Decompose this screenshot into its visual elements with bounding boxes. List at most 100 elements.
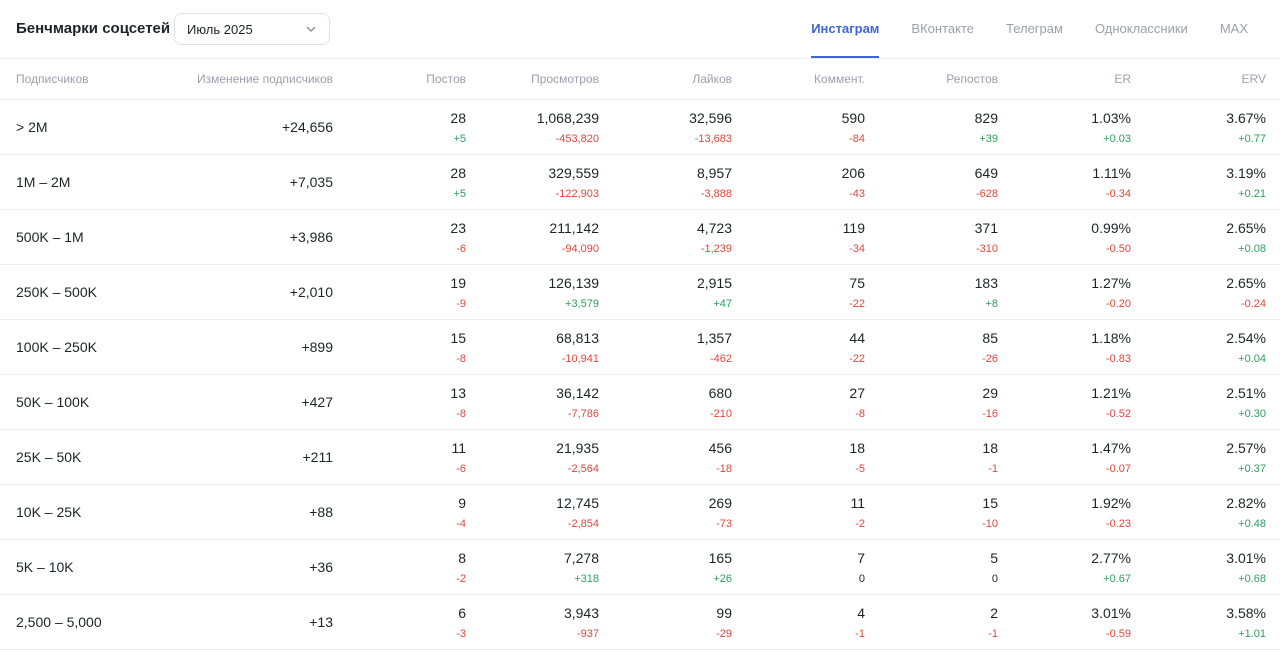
views-cell: 3,943 -937 — [480, 594, 613, 650]
erv-delta: +0.30 — [1238, 407, 1266, 420]
views-cell: 329,559 -122,903 — [480, 154, 613, 210]
reposts-cell: 2 -1 — [879, 594, 1012, 650]
posts-cell: 19 -9 — [347, 264, 480, 320]
er-cell: 3.01% -0.59 — [1012, 594, 1145, 650]
comments-delta: -22 — [849, 297, 865, 310]
comments-delta: -2 — [855, 517, 865, 530]
posts-delta: -9 — [456, 297, 466, 310]
er-delta: -0.20 — [1105, 297, 1131, 310]
likes-cell: 2,915 +47 — [613, 264, 746, 320]
likes-cell: 165 +26 — [613, 539, 746, 595]
subscriber-change-cell: +3,986 — [165, 209, 347, 265]
posts-value: 13 — [450, 384, 466, 401]
column-header-erv[interactable]: ERV — [1145, 59, 1280, 100]
erv-value: 2.54% — [1226, 329, 1266, 346]
subscriber-group-cell: 2,500 – 5,000 — [0, 594, 165, 650]
subscriber-group-cell: 500K – 1M — [0, 209, 165, 265]
comments-cell: 44 -22 — [746, 319, 879, 375]
comments-value: 75 — [849, 274, 865, 291]
posts-delta: -8 — [456, 352, 466, 365]
likes-delta: -210 — [709, 407, 732, 420]
views-delta: -453,820 — [555, 132, 599, 145]
reposts-cell: 15 -10 — [879, 484, 1012, 540]
erv-value: 2.51% — [1226, 384, 1266, 401]
posts-cell: 23 -6 — [347, 209, 480, 265]
column-header-views[interactable]: Просмотров — [480, 59, 613, 100]
views-cell: 7,278 +318 — [480, 539, 613, 595]
likes-cell: 8,957 -3,888 — [613, 154, 746, 210]
table-row: 25K – 50K +211 11 -6 21,935 -2,564 456 -18 18 -5 1… — [0, 429, 1280, 485]
views-value: 12,745 — [556, 494, 599, 511]
erv-value: 2.82% — [1226, 494, 1266, 511]
column-header-subscriber-change[interactable]: Изменение подписчиков — [165, 59, 347, 100]
posts-cell: 6 -3 — [347, 594, 480, 650]
subscriber-change-cell: +899 — [165, 319, 347, 375]
likes-delta: -29 — [716, 627, 732, 640]
likes-value: 4,723 — [696, 219, 732, 236]
er-cell: 0.99% -0.50 — [1012, 209, 1145, 265]
er-delta: -0.50 — [1105, 242, 1131, 255]
likes-delta: +26 — [713, 572, 732, 585]
reposts-value: 649 — [974, 164, 998, 181]
table-row: 50K – 100K +427 13 -8 36,142 -7,786 680 -210 27-… — [0, 374, 1280, 430]
column-header-reposts[interactable]: Репостов — [879, 59, 1012, 100]
column-header-posts[interactable]: Постов — [347, 59, 480, 100]
er-value: 1.03% — [1091, 109, 1131, 126]
views-value: 1,068,239 — [536, 109, 599, 126]
posts-delta: -8 — [456, 407, 466, 420]
tab-odnoklassniki[interactable]: Одноклассники — [1095, 0, 1188, 58]
posts-value: 15 — [450, 329, 466, 346]
er-value: 0.99% — [1091, 219, 1131, 236]
comments-delta: -84 — [849, 132, 865, 145]
posts-value: 11 — [451, 439, 466, 456]
tab-instagram[interactable]: Инстаграм — [811, 0, 880, 58]
views-cell: 126,139 +3,579 — [480, 264, 613, 320]
views-cell: 21,935 -2,564 — [480, 429, 613, 485]
erv-value: 3.01% — [1226, 549, 1266, 566]
reposts-delta: 0 — [991, 572, 998, 585]
reposts-value: 371 — [974, 219, 998, 236]
column-header-likes[interactable]: Лайков — [613, 59, 746, 100]
column-header-subscribers[interactable]: Подписчиков — [0, 59, 165, 100]
er-delta: -0.83 — [1105, 352, 1131, 365]
posts-value: 9 — [458, 494, 466, 511]
erv-cell: 2.65% -0.24 — [1145, 264, 1280, 320]
comments-cell: 75 -22 — [746, 264, 879, 320]
reposts-delta: -310 — [975, 242, 998, 255]
reposts-cell: 18 -1 — [879, 429, 1012, 485]
posts-cell: 13 -8 — [347, 374, 480, 430]
subscriber-change-cell: +36 — [165, 539, 347, 595]
reposts-cell: 85 -26 — [879, 319, 1012, 375]
tab-max[interactable]: MAX — [1220, 0, 1248, 58]
likes-value: 8,957 — [696, 164, 732, 181]
tab-telegram[interactable]: Телеграм — [1006, 0, 1063, 58]
comments-value: 7 — [857, 549, 865, 566]
reposts-value: 183 — [974, 274, 998, 291]
er-delta: -0.34 — [1105, 187, 1131, 200]
erv-cell: 2.65% +0.08 — [1145, 209, 1280, 265]
table-row: > 2M +24,656 28 +5 1,068,239 -453,820 32,596 -1… — [0, 99, 1280, 155]
table-row: 1M – 2M +7,035 28 +5 329,559 -122,903 8,957 -3,… — [0, 154, 1280, 210]
comments-cell: 590 -84 — [746, 99, 879, 155]
views-delta: -2,854 — [567, 517, 599, 530]
reposts-value: 85 — [982, 329, 998, 346]
tab-vkontakte[interactable]: ВКонтакте — [911, 0, 974, 58]
column-header-comments[interactable]: Коммент. — [746, 59, 879, 100]
likes-value: 1,357 — [696, 329, 732, 346]
comments-value: 590 — [841, 109, 865, 126]
likes-cell: 680 -210 — [613, 374, 746, 430]
chevron-down-icon — [306, 26, 316, 32]
comments-cell: 27 -8 — [746, 374, 879, 430]
views-value: 3,943 — [563, 604, 599, 621]
er-value: 1.47% — [1091, 439, 1131, 456]
subscriber-change-cell: +2,010 — [165, 264, 347, 320]
likes-value: 165 — [708, 549, 732, 566]
likes-cell: 456 -18 — [613, 429, 746, 485]
comments-value: 4 — [857, 604, 865, 621]
posts-value: 19 — [450, 274, 466, 291]
month-select[interactable]: Июль 2025 — [174, 13, 330, 45]
column-header-er[interactable]: ER — [1012, 59, 1145, 100]
erv-value: 3.67% — [1226, 109, 1266, 126]
views-cell: 36,142 -7,786 — [480, 374, 613, 430]
comments-value: 206 — [841, 164, 865, 181]
